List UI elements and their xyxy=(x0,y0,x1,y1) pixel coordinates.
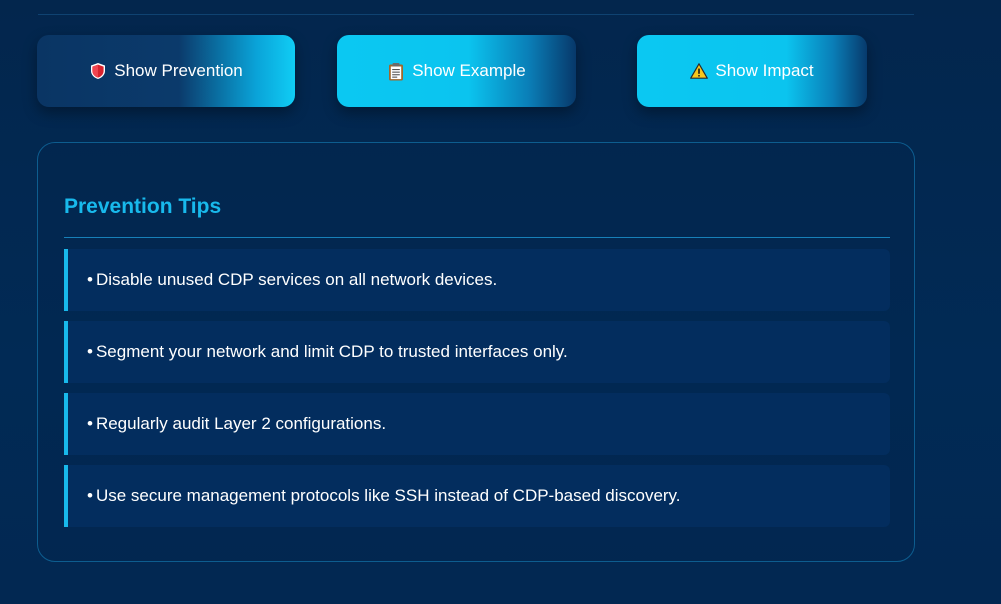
bullet: • xyxy=(87,270,93,289)
show-prevention-button[interactable]: Show Prevention xyxy=(37,35,295,107)
tip-text: Disable unused CDP services on all netwo… xyxy=(95,270,498,289)
show-impact-button[interactable]: Show Impact xyxy=(637,35,867,107)
panel-title: Prevention Tips xyxy=(64,195,222,218)
top-divider xyxy=(38,0,914,15)
show-example-button[interactable]: Show Example xyxy=(337,35,576,107)
shield-icon xyxy=(89,62,107,80)
tip-text: Regularly audit Layer 2 configurations. xyxy=(95,414,387,433)
show-impact-label: Show Impact xyxy=(715,61,814,80)
tip-item: • Regularly audit Layer 2 configurations… xyxy=(64,393,890,455)
warning-icon xyxy=(690,62,709,80)
bullet: • xyxy=(87,486,93,505)
action-button-row: Show Prevention Show Example Show Impact xyxy=(37,35,917,107)
tip-text: Segment your network and limit CDP to tr… xyxy=(95,342,568,361)
tip-text: Use secure management protocols like SSH… xyxy=(95,486,681,505)
prevention-tips-panel: Prevention Tips • Disable unused CDP ser… xyxy=(37,142,915,562)
tip-item: • Segment your network and limit CDP to … xyxy=(64,321,890,383)
bullet: • xyxy=(87,414,93,433)
tips-list: • Disable unused CDP services on all net… xyxy=(64,249,890,537)
tip-item: • Disable unused CDP services on all net… xyxy=(64,249,890,311)
panel-divider xyxy=(64,237,890,238)
tip-item: • Use secure management protocols like S… xyxy=(64,465,890,527)
show-prevention-label: Show Prevention xyxy=(114,61,243,80)
bullet: • xyxy=(87,342,93,361)
show-example-label: Show Example xyxy=(412,61,526,80)
clipboard-icon xyxy=(387,62,405,80)
